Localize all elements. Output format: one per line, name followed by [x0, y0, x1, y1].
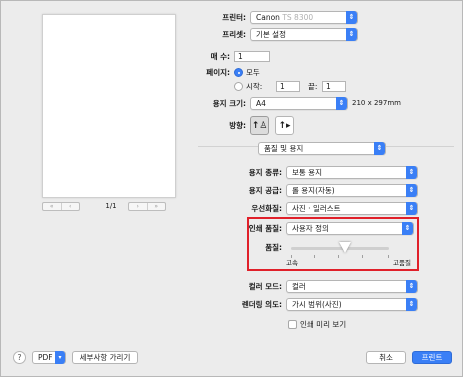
rendering-value: 가시 범위(사진)	[292, 300, 342, 309]
media-type-label: 용지 종류:	[248, 168, 282, 177]
chevron-updown-icon: ⇕	[374, 142, 385, 155]
help-icon[interactable]: ?	[13, 351, 26, 364]
chevron-updown-icon: ⇕	[346, 11, 357, 24]
paper-source-value: 롤 용지(자동)	[292, 186, 335, 195]
pages-from-input[interactable]: 1	[276, 81, 300, 92]
rendering-label: 렌더링 의도:	[241, 300, 282, 309]
last-page-icon[interactable]: »	[148, 203, 166, 210]
chevron-updown-icon: ⇕	[406, 184, 417, 197]
portrait-person-icon: ↑♙	[251, 120, 268, 131]
priority-value: 사진 · 일러스트	[292, 204, 341, 213]
media-type-value: 보통 용지	[292, 168, 322, 177]
slider-tick	[362, 255, 363, 258]
slider-tick	[388, 255, 389, 258]
chevron-updown-icon: ⇕	[406, 298, 417, 311]
chevron-updown-icon: ⇕	[406, 280, 417, 293]
copies-input[interactable]: 1	[234, 51, 270, 62]
printer-select[interactable]: Canon TS 8300 ⇕	[250, 11, 358, 24]
media-type-select[interactable]: 보통 용지 ⇕	[286, 166, 418, 179]
page-preview	[42, 14, 176, 198]
quality-label: 품질:	[265, 243, 282, 252]
paper-size-label: 용지 크기:	[212, 99, 246, 108]
rendering-select[interactable]: 가시 범위(사진) ⇕	[286, 298, 418, 311]
printer-label: 프린터:	[222, 13, 246, 22]
pages-all-radio[interactable]	[234, 68, 243, 77]
hide-details-button[interactable]: 세부사항 가리기	[72, 351, 138, 364]
first-page-icon[interactable]: «	[43, 203, 62, 210]
paper-dims: 210 x 297mm	[352, 99, 401, 107]
print-quality-select[interactable]: 사용자 정의 ⇕	[286, 222, 414, 235]
print-quality-value: 사용자 정의	[292, 224, 329, 233]
pages-to-label: 끝:	[308, 82, 318, 91]
chevron-updown-icon: ⇕	[402, 222, 413, 235]
priority-label: 우선화질:	[251, 204, 282, 213]
presets-select[interactable]: 기본 설정 ⇕	[250, 28, 358, 41]
chevron-updown-icon: ⇕	[406, 166, 417, 179]
print-button[interactable]: 프린트	[412, 351, 452, 364]
paper-size-value: A4	[256, 99, 266, 108]
copies-label: 매 수:	[210, 52, 230, 61]
presets-label: 프리셋:	[222, 30, 246, 39]
section-select[interactable]: 품질 및 용지 ⇕	[258, 142, 386, 155]
preview-nav-next[interactable]: › »	[128, 202, 166, 211]
slider-tick	[338, 255, 339, 258]
section-value: 품질 및 용지	[264, 144, 304, 153]
cancel-button[interactable]: 취소	[366, 351, 406, 364]
portrait-button[interactable]: ↑♙	[250, 116, 269, 135]
priority-select[interactable]: 사진 · 일러스트 ⇕	[286, 202, 418, 215]
pages-range-radio[interactable]	[234, 82, 243, 91]
color-mode-select[interactable]: 컬러 ⇕	[286, 280, 418, 293]
page-counter: 1/1	[105, 202, 117, 210]
paper-source-label: 용지 공급:	[248, 186, 282, 195]
landscape-button[interactable]: ↑▸	[275, 116, 294, 135]
pages-all-label: 모두	[246, 68, 260, 77]
paper-size-select[interactable]: A4 ⇕	[250, 97, 348, 110]
pdf-button[interactable]: PDF ▾	[32, 351, 66, 364]
landscape-person-icon: ↑▸	[278, 120, 291, 131]
color-mode-label: 컬러 모드:	[248, 282, 282, 291]
quality-min-label: 고속	[286, 259, 298, 267]
quality-slider-knob[interactable]	[338, 242, 351, 253]
pdf-label: PDF	[38, 353, 53, 362]
next-page-icon[interactable]: ›	[129, 203, 148, 210]
print-quality-label: 인쇄 품질:	[248, 224, 282, 233]
printer-value: Canon	[256, 13, 280, 22]
pages-from-label: 시작:	[246, 82, 263, 91]
pages-label: 페이지:	[206, 68, 230, 77]
paper-source-select[interactable]: 롤 용지(자동) ⇕	[286, 184, 418, 197]
presets-value: 기본 설정	[256, 30, 286, 39]
quality-max-label: 고품질	[393, 259, 411, 267]
preview-nav-prev[interactable]: « ‹	[42, 202, 80, 211]
orientation-label: 방향:	[229, 121, 246, 130]
printer-model-value: TS 8300	[282, 13, 314, 22]
color-mode-value: 컬러	[292, 282, 306, 291]
chevron-updown-icon: ⇕	[406, 202, 417, 215]
chevron-down-icon: ▾	[55, 351, 65, 364]
grayscale-label: 인쇄 미리 보기	[300, 320, 347, 329]
slider-tick	[314, 255, 315, 258]
grayscale-checkbox[interactable]	[288, 320, 297, 329]
pages-to-input[interactable]: 1	[322, 81, 346, 92]
chevron-updown-icon: ⇕	[336, 97, 347, 110]
chevron-updown-icon: ⇕	[346, 28, 357, 41]
prev-page-icon[interactable]: ‹	[62, 203, 80, 210]
